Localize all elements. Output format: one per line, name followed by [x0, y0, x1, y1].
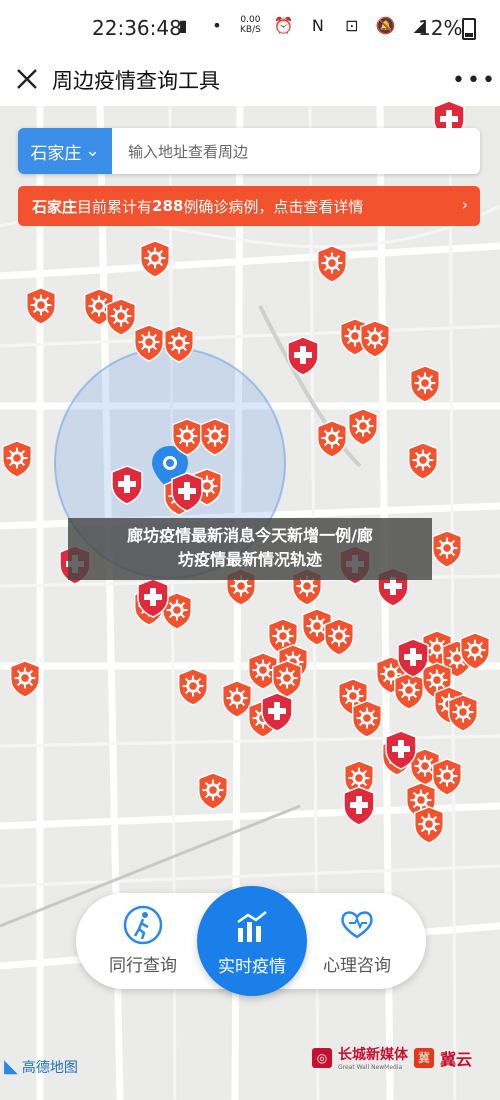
article-title-overlay: 廊坊疫情最新消息今天新增一例/廊 坊疫情最新情况轨迹: [68, 518, 432, 580]
virus-marker-icon[interactable]: [430, 530, 464, 568]
app-header: 周边疫情查询工具 •••: [0, 56, 500, 106]
virus-marker-icon[interactable]: [8, 660, 42, 698]
walking-person-icon: [123, 905, 163, 945]
city-selector[interactable]: 石家庄 ⌄: [18, 128, 112, 174]
banner-count: 288: [152, 197, 184, 215]
virus-marker-icon[interactable]: [412, 806, 446, 844]
virus-marker-icon[interactable]: [315, 420, 349, 458]
brand-left-sub: Great Wall NewMedia: [338, 1064, 403, 1071]
virus-marker-icon[interactable]: [196, 772, 230, 810]
city-label: 石家庄: [30, 143, 82, 164]
hospital-marker-icon[interactable]: [170, 472, 204, 512]
virus-marker-icon[interactable]: [198, 418, 232, 456]
overlay-line-2: 坊疫情最新情况轨迹: [177, 550, 322, 569]
nav-realtime-label: 实时疫情: [218, 957, 286, 977]
chevron-down-icon: ⌄: [85, 141, 100, 161]
brand-left-label: 长城新媒体: [338, 1047, 408, 1063]
nav-realtime[interactable]: 实时疫情: [197, 886, 307, 996]
nav-counseling-label: 心理咨询: [323, 956, 391, 976]
search-bar: 石家庄 ⌄: [18, 128, 480, 174]
status-bar: 22:36:48 ▮ • 0.00 KB/S ⏰ N ⊡ 🔕 ◢ 12%: [0, 0, 500, 56]
hospital-marker-icon[interactable]: [384, 730, 418, 770]
banner-prefix: 目前累计有: [77, 197, 153, 216]
mute-icon: 🔕: [375, 15, 396, 35]
jiyun-logo-icon: 冀: [414, 1047, 434, 1068]
hospital-marker-icon[interactable]: [260, 692, 294, 732]
hospital-marker-icon[interactable]: [396, 638, 430, 678]
virus-marker-icon[interactable]: [350, 700, 384, 738]
map-provider-logo: ◣ 高德地图: [4, 1056, 78, 1077]
nfc-icon: N: [311, 15, 324, 35]
hospital-marker-icon[interactable]: [286, 336, 320, 376]
virus-marker-icon[interactable]: [358, 320, 392, 358]
virus-marker-icon[interactable]: [176, 668, 210, 706]
nav-travel-query[interactable]: 同行查询: [88, 903, 198, 976]
volte-icon: ⊡: [345, 15, 359, 35]
map-provider-label: 高德地图: [21, 1059, 78, 1076]
overlay-line-1: 廊坊疫情最新消息今天新增一例/廊: [127, 526, 373, 545]
sim-icon: ▮: [178, 15, 188, 35]
virus-marker-icon[interactable]: [406, 442, 440, 480]
virus-marker-icon[interactable]: [24, 287, 58, 325]
virus-marker-icon[interactable]: [346, 408, 380, 446]
alarm-icon: ⏰: [273, 15, 294, 35]
brand-left: 长城新媒体 Great Wall NewMedia: [338, 1044, 408, 1071]
status-icons: ▮ • 0.00 KB/S ⏰ N ⊡ 🔕 ◢: [172, 14, 431, 36]
great-wall-logo-icon: ◎: [312, 1047, 332, 1068]
heart-support-icon: [341, 911, 373, 939]
battery-icon: [462, 18, 476, 40]
search-input[interactable]: [126, 136, 470, 168]
battery-percent: 12%: [418, 16, 463, 40]
banner-suffix: 例确诊病例，点击查看详情: [183, 197, 364, 216]
nav-travel-label: 同行查询: [109, 956, 177, 976]
virus-marker-icon[interactable]: [315, 245, 349, 283]
chevron-right-icon: ›: [461, 195, 468, 214]
virus-marker-icon[interactable]: [458, 632, 492, 670]
net-speed: 0.00 KB/S: [240, 15, 261, 35]
amap-icon: ◣: [4, 1056, 18, 1077]
more-icon[interactable]: •••: [452, 68, 495, 93]
virus-marker-icon[interactable]: [446, 694, 480, 732]
status-time: 22:36:48: [92, 16, 182, 40]
case-banner[interactable]: 石家庄 目前累计有 288 例确诊病例，点击查看详情 ›: [18, 186, 480, 226]
bar-chart-icon: [237, 911, 267, 942]
brand-right: 冀云: [440, 1049, 473, 1069]
page-title: 周边疫情查询工具: [52, 69, 220, 93]
virus-marker-icon[interactable]: [408, 365, 442, 403]
virus-marker-icon[interactable]: [322, 618, 356, 656]
virus-marker-icon[interactable]: [132, 324, 166, 362]
brand-logos: ◎ 长城新媒体 Great Wall NewMedia 冀 冀云: [312, 1044, 472, 1071]
banner-city: 石家庄: [32, 197, 78, 216]
virus-marker-icon[interactable]: [162, 325, 196, 363]
dot-icon: •: [212, 15, 222, 35]
nav-counseling[interactable]: 心理咨询: [302, 903, 412, 976]
close-icon[interactable]: [12, 64, 42, 94]
virus-marker-icon[interactable]: [138, 240, 172, 278]
hospital-marker-icon[interactable]: [136, 578, 170, 618]
virus-marker-icon[interactable]: [0, 440, 34, 478]
hospital-marker-icon[interactable]: [342, 786, 376, 826]
hospital-marker-icon[interactable]: [110, 465, 144, 505]
